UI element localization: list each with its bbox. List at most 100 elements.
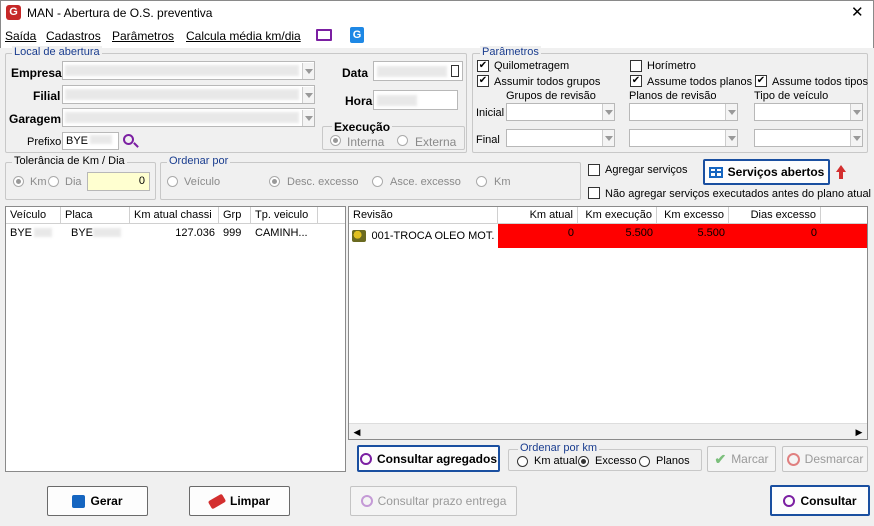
ordenar-desc-radio[interactable]: [269, 176, 280, 187]
assume-tipos-label: Assume todos tipos: [772, 76, 868, 88]
cell-grp: 999: [223, 227, 242, 239]
window-title: MAN - Abertura de O.S. preventiva: [27, 6, 213, 20]
table-row[interactable]: 001-TROCA OLEO MOT... 0 5.500 5.500 0: [349, 224, 867, 248]
garagem-combo[interactable]: [62, 108, 315, 127]
gerar-button[interactable]: Gerar: [47, 486, 148, 516]
search-icon: [359, 452, 372, 465]
ordenar-veiculo-radio[interactable]: [167, 176, 178, 187]
execucao-externa-label: Externa: [415, 135, 457, 149]
col-dias-excesso[interactable]: Dias excesso: [729, 207, 821, 223]
plano-inicial-combo[interactable]: [629, 103, 738, 121]
garagem-label: Garagem: [9, 112, 62, 126]
col-veiculo[interactable]: Veículo: [6, 207, 61, 223]
col-km-atual[interactable]: Km atual: [498, 207, 578, 223]
prefixo-input[interactable]: BYE: [62, 132, 119, 150]
monitor-icon[interactable]: [316, 29, 332, 41]
prefixo-value: BYE: [66, 135, 89, 147]
revisions-grid-header: Revisão Km atual Km execução Km excesso …: [349, 207, 867, 224]
check-icon: ✔: [714, 450, 727, 467]
hora-input[interactable]: [373, 90, 458, 110]
menu-calcula-media[interactable]: Calcula média km/dia: [186, 29, 301, 43]
parametros-legend: Parâmetros: [480, 46, 541, 58]
assumir-grupos-label: Assumir todos grupos: [494, 76, 601, 88]
execucao-interna-radio[interactable]: [330, 135, 341, 146]
filial-label: Filial: [33, 89, 61, 103]
scroll-left-icon[interactable]: ◀: [349, 424, 365, 440]
servicos-abertos-label: Serviços abertos: [727, 165, 825, 179]
tipo-final-combo[interactable]: [754, 129, 863, 147]
col-km-excesso[interactable]: Km excesso: [657, 207, 729, 223]
cell-revisao: 001-TROCA OLEO MOT...: [371, 230, 494, 242]
tipo-veiculo-label: Tipo de veículo: [754, 90, 829, 102]
app-g-icon[interactable]: G: [350, 27, 364, 43]
grupo-final-combo[interactable]: [506, 129, 615, 147]
ordenar-km-radio[interactable]: [476, 176, 487, 187]
grupo-inicial-combo[interactable]: [506, 103, 615, 121]
tolerancia-legend: Tolerância de Km / Dia: [12, 155, 127, 167]
horimetro-label: Horímetro: [647, 60, 696, 72]
data-input[interactable]: [373, 61, 463, 81]
col-km-execucao[interactable]: Km execução: [578, 207, 657, 223]
gerar-label: Gerar: [90, 494, 123, 508]
arrow-up-icon: [836, 165, 846, 172]
ordenar-veiculo-label: Veículo: [184, 176, 221, 188]
tolerancia-dia-radio[interactable]: [48, 176, 59, 187]
filial-combo[interactable]: [62, 85, 315, 104]
grupos-revisao-label: Grupos de revisão: [506, 90, 596, 102]
table-row[interactable]: BYE BYE 127.036 999 CAMINH...: [6, 224, 345, 242]
consultar-prazo-button[interactable]: Consultar prazo entrega: [350, 486, 517, 516]
limpar-label: Limpar: [229, 494, 270, 508]
ordkm-excesso-radio[interactable]: [578, 456, 589, 467]
col-revisao[interactable]: Revisão: [349, 207, 498, 223]
search-prefixo-icon[interactable]: [123, 134, 139, 148]
marcar-button[interactable]: ✔ Marcar: [707, 446, 776, 472]
horizontal-scrollbar[interactable]: ◀ ▶: [349, 423, 867, 439]
inicial-label: Inicial: [476, 107, 505, 119]
scroll-right-icon[interactable]: ▶: [851, 424, 867, 440]
assume-planos-label: Assume todos planos: [647, 76, 753, 88]
assume-planos-checkbox[interactable]: ✔: [630, 75, 642, 87]
ordenar-asce-radio[interactable]: [372, 176, 383, 187]
consultar-button[interactable]: Consultar: [770, 485, 870, 516]
ordkm-planos-radio[interactable]: [639, 456, 650, 467]
menu-parametros[interactable]: Parâmetros: [112, 29, 174, 43]
agregar-servicos-checkbox[interactable]: [588, 164, 600, 176]
execucao-externa-radio[interactable]: [397, 135, 408, 146]
nao-agregar-checkbox[interactable]: [588, 187, 600, 199]
eraser-icon: [207, 493, 227, 509]
ordenar-asce-label: Asce. excesso: [390, 176, 461, 188]
assumir-grupos-checkbox[interactable]: ✔: [477, 75, 489, 87]
desmarcar-button[interactable]: Desmarcar: [782, 446, 868, 472]
col-tp-veiculo[interactable]: Tp. veiculo: [251, 207, 318, 223]
search-icon: [783, 494, 796, 507]
menu-saida[interactable]: Saída: [5, 29, 36, 43]
quilometragem-label: Quilometragem: [494, 60, 570, 72]
vehicles-grid[interactable]: Veículo Placa Km atual chassi Grp Tp. ve…: [5, 206, 346, 472]
desmarcar-label: Desmarcar: [804, 452, 864, 466]
calendar-icon[interactable]: [451, 65, 459, 77]
quilometragem-checkbox[interactable]: ✔: [477, 60, 489, 72]
agregar-servicos-label: Agregar serviços: [605, 164, 688, 176]
servicos-abertos-button[interactable]: Serviços abertos: [703, 159, 830, 185]
limpar-button[interactable]: Limpar: [189, 486, 290, 516]
assume-tipos-checkbox[interactable]: ✔: [755, 75, 767, 87]
ordkm-atual-radio[interactable]: [517, 456, 528, 467]
marcar-label: Marcar: [731, 452, 769, 466]
col-placa[interactable]: Placa: [61, 207, 130, 223]
col-grp[interactable]: Grp: [219, 207, 251, 223]
horimetro-checkbox[interactable]: [630, 60, 642, 72]
close-icon[interactable]: ✕: [851, 3, 864, 21]
hora-label: Hora: [345, 94, 373, 108]
menu-cadastros[interactable]: Cadastros: [46, 29, 101, 43]
col-km-atual-chassi[interactable]: Km atual chassi: [130, 207, 219, 223]
revisions-grid[interactable]: Revisão Km atual Km execução Km excesso …: [348, 206, 868, 440]
maintenance-icon: [352, 230, 366, 242]
ordkm-excesso-label: Excesso: [595, 455, 637, 467]
tolerancia-km-radio[interactable]: [13, 176, 24, 187]
plano-final-combo[interactable]: [629, 129, 738, 147]
ordenar-legend: Ordenar por: [167, 155, 231, 167]
tolerancia-input[interactable]: 0: [87, 172, 150, 191]
empresa-combo[interactable]: [62, 61, 315, 80]
tipo-inicial-combo[interactable]: [754, 103, 863, 121]
consultar-agregados-button[interactable]: Consultar agregados: [357, 445, 500, 472]
